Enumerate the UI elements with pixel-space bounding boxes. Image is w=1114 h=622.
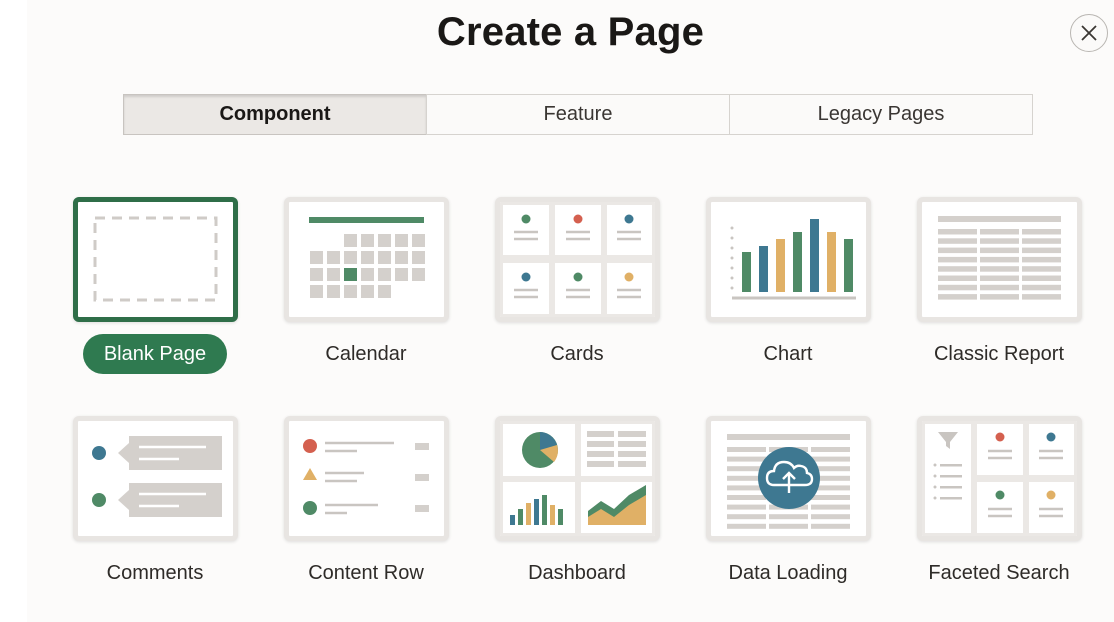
dashboard-icon (500, 421, 655, 536)
close-icon (1081, 25, 1097, 41)
template-label-content-row[interactable]: Content Row (266, 562, 466, 585)
template-tile-dashboard[interactable] (495, 416, 660, 541)
tab-legacy-pages[interactable]: Legacy Pages (729, 94, 1033, 135)
chart-icon (730, 219, 856, 300)
template-label-comments[interactable]: Comments (55, 562, 255, 585)
template-label-classic-report[interactable]: Classic Report (899, 343, 1099, 366)
template-label-calendar[interactable]: Calendar (266, 343, 466, 366)
template-label-data-loading[interactable]: Data Loading (688, 562, 888, 585)
content-row-icon (303, 439, 429, 515)
template-tile-comments[interactable] (73, 416, 238, 541)
cards-icon (500, 202, 655, 317)
template-tile-cards[interactable] (495, 197, 660, 322)
comments-icon (92, 436, 222, 517)
template-label-cards[interactable]: Cards (477, 343, 677, 366)
create-page-dialog: Create a Page Component Feature Legacy P… (27, 0, 1114, 622)
calendar-icon (309, 217, 425, 298)
template-tile-faceted-search[interactable] (917, 416, 1082, 541)
template-tile-calendar[interactable] (284, 197, 449, 322)
page-type-tabs: Component Feature Legacy Pages (123, 94, 1033, 135)
template-tile-blank-page[interactable] (73, 197, 238, 322)
template-label-faceted-search[interactable]: Faceted Search (899, 562, 1099, 585)
template-tile-content-row[interactable] (284, 416, 449, 541)
faceted-search-icon (922, 421, 1077, 536)
dialog-title: Create a Page (436, 10, 705, 54)
template-label-blank-page[interactable]: Blank Page (83, 334, 227, 374)
close-button[interactable] (1070, 14, 1108, 52)
tab-component[interactable]: Component (123, 94, 427, 135)
template-label-chart[interactable]: Chart (688, 343, 888, 366)
data-loading-icon (727, 434, 850, 529)
template-tile-chart[interactable] (706, 197, 871, 322)
template-tile-data-loading[interactable] (706, 416, 871, 541)
classic-report-icon (938, 216, 1061, 300)
blank-page-icon (93, 216, 218, 302)
template-label-dashboard[interactable]: Dashboard (477, 562, 677, 585)
tab-feature[interactable]: Feature (426, 94, 730, 135)
template-tile-classic-report[interactable] (917, 197, 1082, 322)
